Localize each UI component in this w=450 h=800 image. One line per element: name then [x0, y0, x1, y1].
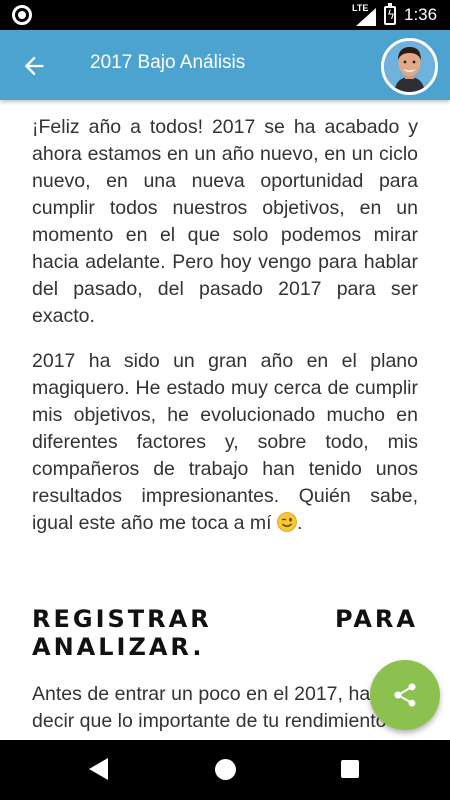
- share-icon: [394, 683, 416, 707]
- article-paragraph-2-end: .: [296, 512, 303, 534]
- article-paragraph-2-text: 2017 ha sido un gran año en el plano mag…: [32, 350, 418, 534]
- nav-back-icon[interactable]: [89, 758, 109, 780]
- page-title: 2017 Bajo Análisis: [90, 52, 246, 73]
- avatar-image: [384, 41, 435, 92]
- article-paragraph-1: ¡Feliz año a todos! 2017 se ha acabado y…: [32, 116, 418, 327]
- article-content[interactable]: ¡Feliz año a todos! 2017 se ha acabado y…: [0, 100, 450, 740]
- nav-recents-icon[interactable]: [341, 760, 359, 778]
- status-bar: LTE ϟ 1:36: [0, 0, 450, 30]
- article-paragraph-3: Antes de entrar un poco en el 2017, hay …: [32, 683, 418, 732]
- section-heading: REGISTRAR PARA ANALIZAR.: [32, 605, 418, 661]
- clock: 1:36: [404, 5, 438, 24]
- avatar[interactable]: [381, 38, 438, 95]
- nav-home-icon[interactable]: [215, 759, 236, 780]
- winking-face-emoji: [277, 512, 297, 532]
- arrow-left-icon[interactable]: [20, 52, 48, 80]
- navigation-bar: [0, 740, 450, 800]
- share-button[interactable]: [370, 660, 440, 730]
- battery-charging-icon: ϟ: [384, 3, 396, 25]
- camera-indicator-icon: [12, 5, 32, 25]
- signal-icon: [356, 8, 376, 26]
- article-paragraph-2: 2017 ha sido un gran año en el plano mag…: [32, 348, 418, 537]
- app-bar: 2017 Bajo Análisis: [0, 30, 450, 100]
